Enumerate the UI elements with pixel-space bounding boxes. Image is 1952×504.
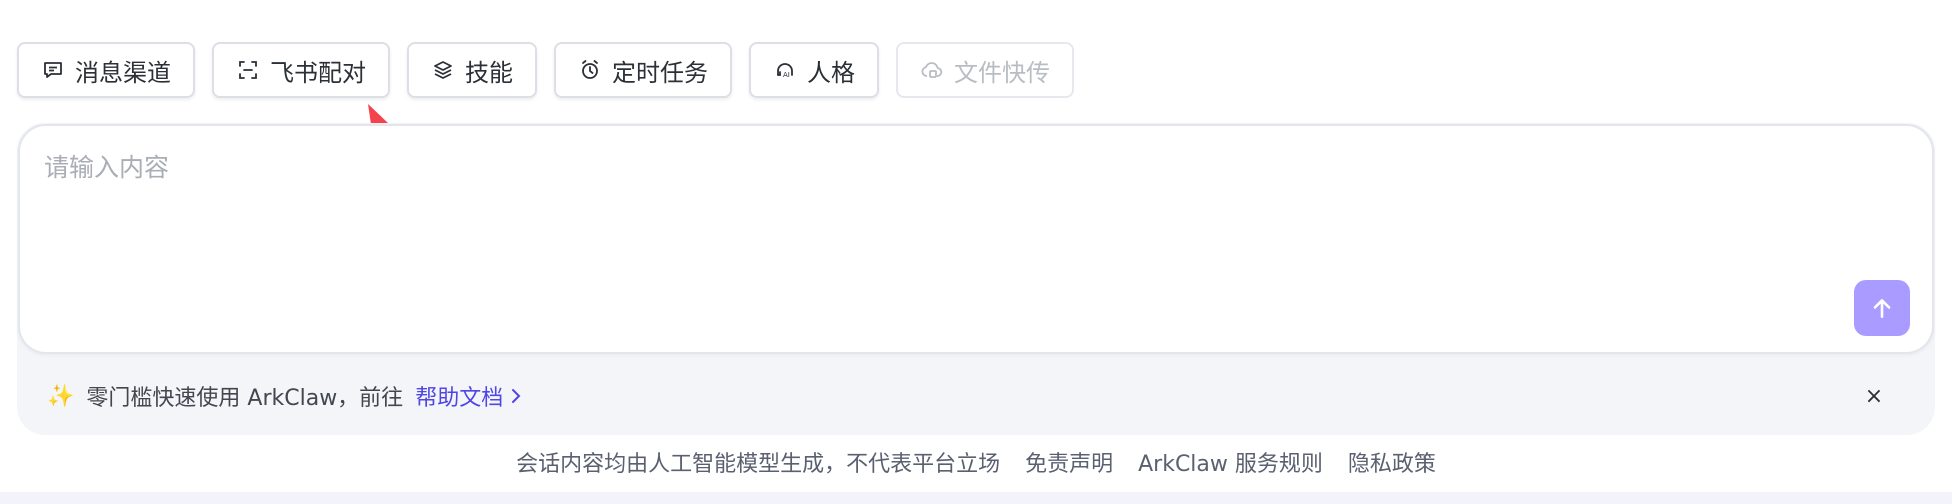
skills-label: 技能: [465, 58, 513, 87]
help-tip-bar: ✨ 零门槛快速使用 ArkClaw，前往 帮助文档 ×: [17, 371, 1935, 421]
privacy-policy-link[interactable]: 隐私政策: [1348, 446, 1436, 478]
service-rules-link[interactable]: ArkClaw 服务规则: [1138, 446, 1323, 478]
persona-label: 人格: [807, 58, 855, 87]
skills-button[interactable]: 技能: [407, 42, 537, 98]
arrow-up-icon: [1873, 299, 1891, 318]
alarm-clock-icon: [578, 58, 602, 82]
layers-icon: [431, 58, 455, 82]
feishu-pairing-button[interactable]: 飞书配对: [212, 42, 390, 98]
scheduled-tasks-label: 定时任务: [612, 58, 708, 87]
feishu-pairing-label: 飞书配对: [270, 58, 366, 87]
send-button[interactable]: [1854, 280, 1910, 336]
ai-disclaimer-notice: 会话内容均由人工智能模型生成，不代表平台立场: [516, 452, 1001, 477]
footer: 会话内容均由人工智能模型生成，不代表平台立场 免责声明 ArkClaw 服务规则…: [0, 446, 1952, 478]
help-docs-label: 帮助文档: [415, 386, 504, 411]
scheduled-tasks-button[interactable]: 定时任务: [554, 42, 732, 98]
sparkle-icon: ✨: [47, 383, 75, 409]
chevron-right-icon: [512, 389, 521, 403]
message-input[interactable]: [44, 148, 1864, 298]
file-transfer-button[interactable]: 文件快传: [896, 42, 1074, 98]
composer-box: [18, 124, 1934, 354]
scan-icon: [236, 58, 260, 82]
message-channel-button[interactable]: 消息渠道: [17, 42, 195, 98]
close-tip-button[interactable]: ×: [1861, 383, 1887, 409]
chat-page: 消息渠道 飞书配对 技能 定时任务 AI 人格 文件快传 请输入内容 ✨ 零门槛…: [0, 0, 1952, 504]
svg-text:AI: AI: [783, 71, 790, 79]
ai-persona-icon: AI: [773, 58, 797, 82]
cloud-upload-icon: [920, 58, 944, 82]
message-channel-icon: [41, 58, 65, 82]
feature-toolbar: 消息渠道 飞书配对 技能 定时任务 AI 人格 文件快传: [17, 42, 1074, 98]
tip-text: 零门槛快速使用 ArkClaw，前往: [86, 386, 404, 411]
message-channel-label: 消息渠道: [75, 58, 171, 87]
help-docs-link[interactable]: 帮助文档: [415, 380, 523, 412]
composer-panel: ✨ 零门槛快速使用 ArkClaw，前往 帮助文档 ×: [17, 123, 1935, 435]
bottom-strip: [0, 492, 1952, 504]
file-transfer-label: 文件快传: [954, 58, 1050, 87]
persona-button[interactable]: AI 人格: [749, 42, 879, 98]
disclaimer-link[interactable]: 免责声明: [1025, 446, 1113, 478]
